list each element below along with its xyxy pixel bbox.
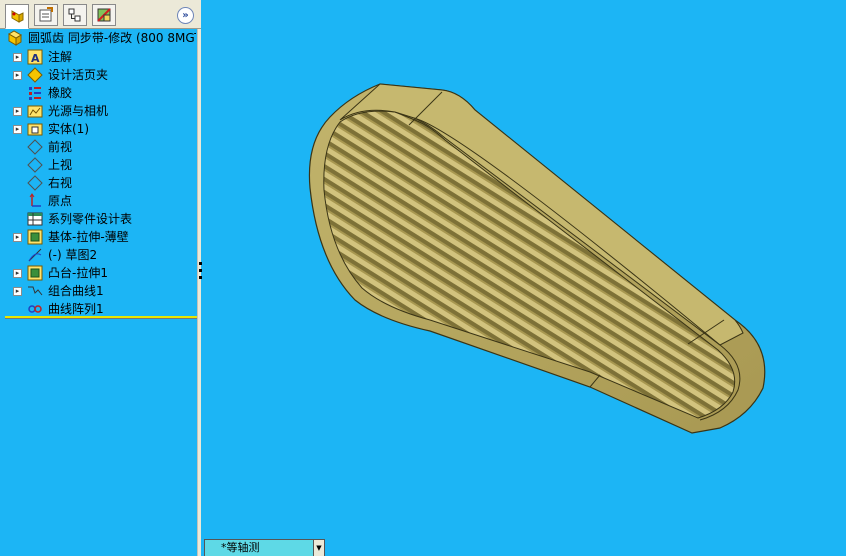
tree-item[interactable]: 橡胶 bbox=[0, 84, 197, 102]
timing-belt-model bbox=[308, 83, 766, 434]
tree-item-label: 组合曲线1 bbox=[48, 284, 104, 298]
tree-item[interactable]: 原点 bbox=[0, 192, 197, 210]
tree-item-label: 基体-拉伸-薄壁 bbox=[48, 230, 129, 244]
double-chevron-right-icon: » bbox=[182, 9, 189, 21]
expand-arrow-icon[interactable]: ▸ bbox=[13, 233, 22, 242]
part-icon bbox=[7, 30, 23, 46]
tree-item[interactable]: ▸ A 注解 bbox=[0, 48, 197, 66]
featuremanager-tab[interactable] bbox=[5, 4, 29, 29]
view-dropdown-button[interactable]: ▼ bbox=[313, 540, 324, 556]
configurationmanager-tab[interactable] bbox=[63, 4, 87, 26]
extrude-thin-icon bbox=[27, 229, 43, 245]
boss-extrude-icon bbox=[27, 265, 43, 281]
design-binder-icon bbox=[27, 67, 43, 83]
tree-item-label: 注解 bbox=[48, 50, 73, 64]
property-icon bbox=[39, 7, 53, 22]
tree-item-label: 橡胶 bbox=[48, 86, 73, 100]
tree-item-label: 凸台-拉伸1 bbox=[48, 266, 108, 280]
tree-item-label: (-) 草图2 bbox=[48, 248, 98, 262]
tree-root-part[interactable]: 圆弧齿 同步带-修改 (800 8MGT4 bbox=[0, 29, 197, 48]
propertymanager-tab[interactable] bbox=[34, 4, 58, 26]
composite-curve-icon bbox=[27, 283, 43, 299]
feature-manager-panel: » 圆弧齿 同步带-修改 (800 8MGT4 ▸ A 注解 ▸ 设计活页夹橡胶 ▸ 光源与… bbox=[0, 0, 201, 556]
expand-arrow-icon[interactable]: ▸ bbox=[13, 269, 22, 278]
tree-item[interactable]: ▸ 凸台-拉伸1 bbox=[0, 264, 197, 282]
tree-item-label: 右视 bbox=[48, 176, 73, 190]
tree-item[interactable]: ▸ 设计活页夹 bbox=[0, 66, 197, 84]
tree-item[interactable]: ▸ 光源与相机 bbox=[0, 102, 197, 120]
tree-item-label: 原点 bbox=[48, 194, 73, 208]
tree-item-label: 光源与相机 bbox=[48, 104, 109, 118]
tree-item-label: 实体(1) bbox=[48, 122, 89, 136]
tree-item-label: 设计活页夹 bbox=[48, 68, 109, 82]
tree-item[interactable]: 系列零件设计表 bbox=[0, 210, 197, 228]
expand-arrow-icon[interactable]: ▸ bbox=[13, 53, 22, 62]
design-table-icon bbox=[27, 211, 43, 227]
tree-root-label: 圆弧齿 同步带-修改 (800 8MGT4 bbox=[28, 31, 196, 45]
splitter-grip-icon[interactable] bbox=[199, 262, 202, 284]
curve-pattern-icon bbox=[27, 301, 43, 317]
view-tab-label: *等轴测 bbox=[221, 541, 260, 554]
material-icon bbox=[27, 85, 43, 101]
plane-icon bbox=[27, 139, 43, 155]
feature-tree-icon bbox=[11, 9, 24, 23]
tree-item[interactable]: 右视 bbox=[0, 174, 197, 192]
tree-item-label: 系列零件设计表 bbox=[48, 212, 133, 226]
graphics-viewport[interactable] bbox=[205, 0, 846, 539]
tree-item[interactable]: ▸ 实体(1) bbox=[0, 120, 197, 138]
expand-arrow-icon[interactable]: ▸ bbox=[13, 287, 22, 296]
lights-cameras-icon bbox=[27, 103, 43, 119]
annotations-icon: A bbox=[27, 49, 43, 65]
solid-bodies-icon bbox=[27, 121, 43, 137]
configuration-icon bbox=[68, 8, 81, 22]
expand-panel-button[interactable]: » bbox=[177, 7, 194, 24]
tree-item-label: 前视 bbox=[48, 140, 73, 154]
tree-item-label: 曲线阵列1 bbox=[48, 302, 104, 316]
view-tab-isometric[interactable]: *等轴测 ▼ bbox=[204, 539, 325, 556]
rollback-bar[interactable] bbox=[5, 316, 197, 319]
panel-tab-bar: » bbox=[0, 0, 201, 29]
tree-item[interactable]: ▸ 基体-拉伸-薄壁 bbox=[0, 228, 197, 246]
tree-item[interactable]: 上视 bbox=[0, 156, 197, 174]
chevron-down-icon: ▼ bbox=[316, 544, 322, 552]
svg-text:A: A bbox=[31, 52, 40, 65]
feature-tree: 圆弧齿 同步带-修改 (800 8MGT4 ▸ A 注解 ▸ 设计活页夹橡胶 ▸ 光源与相机… bbox=[0, 29, 197, 318]
sketch-icon bbox=[27, 247, 43, 263]
tree-item[interactable]: ▸ 组合曲线1 bbox=[0, 282, 197, 300]
dimxpert-icon bbox=[97, 8, 111, 22]
tree-item-label: 上视 bbox=[48, 158, 73, 172]
expand-arrow-icon[interactable]: ▸ bbox=[13, 107, 22, 116]
origin-icon bbox=[27, 193, 43, 209]
expand-arrow-icon[interactable]: ▸ bbox=[13, 125, 22, 134]
plane-icon bbox=[27, 175, 43, 191]
expand-arrow-icon[interactable]: ▸ bbox=[13, 71, 22, 80]
panel-splitter[interactable] bbox=[197, 29, 201, 556]
tree-item[interactable]: 前视 bbox=[0, 138, 197, 156]
tree-item[interactable]: (-) 草图2 bbox=[0, 246, 197, 264]
plane-icon bbox=[27, 157, 43, 173]
dimxpert-tab[interactable] bbox=[92, 4, 116, 26]
